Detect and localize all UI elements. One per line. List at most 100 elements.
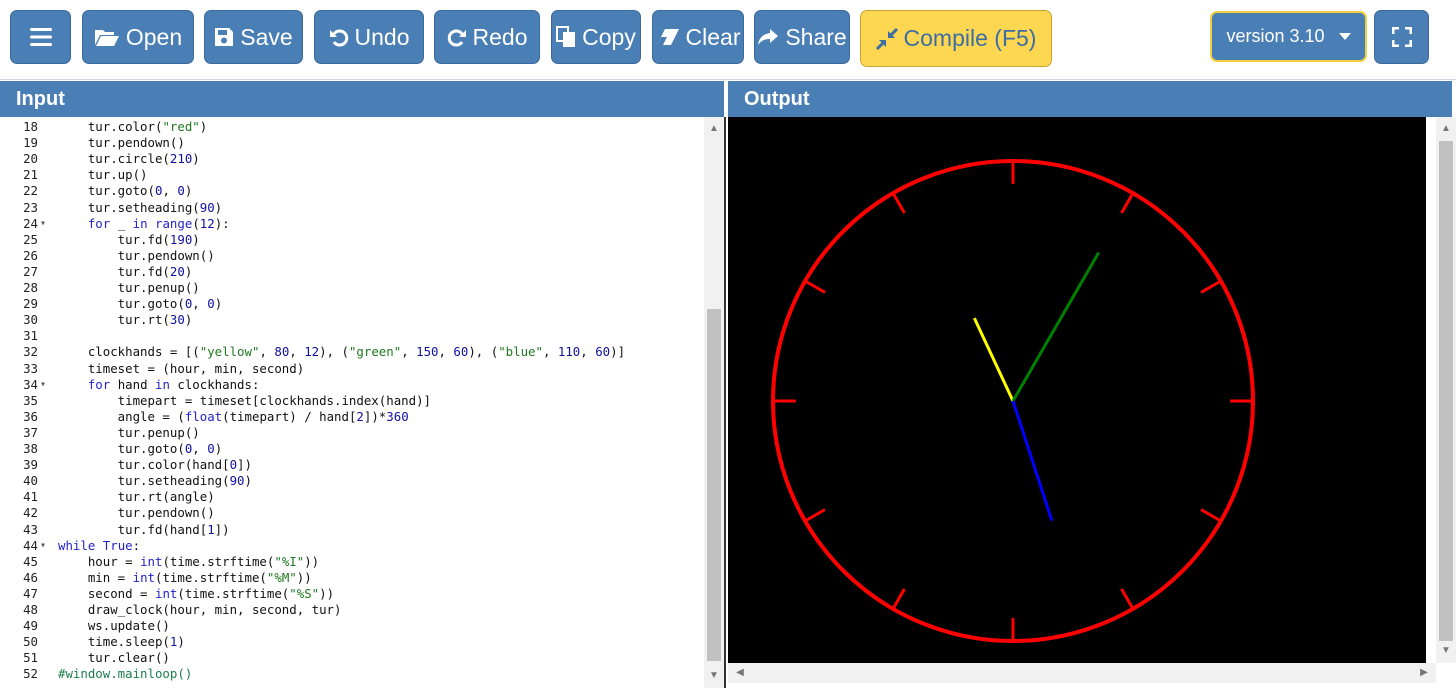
editor-scroll-thumb[interactable] <box>707 309 721 661</box>
clock-tick <box>804 279 826 294</box>
code-line[interactable]: 48 draw_clock(hour, min, second, tur) <box>0 602 700 618</box>
code-line[interactable]: 25 tur.fd(190) <box>0 232 700 248</box>
code-line[interactable]: 46 min = int(time.strftime("%M")) <box>0 570 700 586</box>
output-scroll-left-arrow-icon[interactable]: ◀ <box>730 665 750 681</box>
code-line[interactable]: 52 #window.mainloop() <box>0 666 700 682</box>
code-text: ws.update() <box>58 618 170 634</box>
line-number: 21 <box>23 167 38 183</box>
code-line[interactable]: 37 tur.penup() <box>0 425 700 441</box>
code-line[interactable]: 20 tur.circle(210) <box>0 151 700 167</box>
clear-button[interactable]: Clear <box>652 10 744 64</box>
output-scroll-thumb[interactable] <box>1439 141 1453 641</box>
code-line[interactable]: 22 tur.goto(0, 0) <box>0 183 700 199</box>
code-line[interactable]: 18 tur.color("red") <box>0 119 700 135</box>
compile-button[interactable]: Compile (F5) <box>860 10 1052 67</box>
code-text: tur.up() <box>58 167 148 183</box>
line-number: 52 <box>23 666 38 682</box>
line-number: 51 <box>23 650 38 666</box>
code-text: tur.pendown() <box>58 247 215 263</box>
code-text: tur.fd(190) <box>58 231 200 247</box>
menu-button[interactable] <box>10 10 71 64</box>
input-panel-title: Input <box>16 87 65 110</box>
code-line[interactable]: 49 ws.update() <box>0 618 700 634</box>
code-line[interactable]: 24 ▾ for _ in range(12): <box>0 216 700 232</box>
open-button[interactable]: Open <box>82 10 194 64</box>
line-number: 31 <box>23 328 38 344</box>
output-panel-title: Output <box>744 87 810 110</box>
save-label: Save <box>240 23 293 50</box>
code-text: tur.rt(angle) <box>58 489 215 505</box>
code-line[interactable]: 50 time.sleep(1) <box>0 634 700 650</box>
share-button[interactable]: Share <box>754 10 850 64</box>
output-vertical-scrollbar[interactable]: ▲ ▼ <box>1436 117 1456 663</box>
code-line[interactable]: 40 tur.setheading(90) <box>0 473 700 489</box>
code-line[interactable]: 47 second = int(time.strftime("%S")) <box>0 586 700 602</box>
editor-vertical-scrollbar[interactable]: ▲ ▼ <box>704 117 724 688</box>
turtle-canvas[interactable] <box>728 117 1426 663</box>
code-text: for _ in range(12): <box>87 215 230 231</box>
code-line[interactable]: 29 tur.goto(0, 0) <box>0 296 700 312</box>
redo-button[interactable]: Redo <box>434 10 540 64</box>
line-number: 37 <box>23 424 38 440</box>
code-line[interactable]: 31 <box>0 328 700 344</box>
output-scroll-right-arrow-icon[interactable]: ▶ <box>1414 665 1434 681</box>
line-number: 28 <box>23 280 38 295</box>
redo-label: Redo <box>472 23 528 50</box>
code-line[interactable]: 33 timeset = (hour, min, second) <box>0 361 700 377</box>
version-select[interactable]: version 3.10 <box>1210 11 1367 62</box>
input-panel-header: Input <box>0 81 724 117</box>
clear-label: Clear <box>685 23 741 50</box>
compress-icon <box>875 27 898 50</box>
scroll-up-arrow-icon[interactable]: ▲ <box>704 121 724 137</box>
code-line[interactable]: 27 tur.fd(20) <box>0 264 700 280</box>
code-line[interactable]: 42 tur.pendown() <box>0 505 700 521</box>
fold-arrow-icon[interactable]: ▾ <box>40 377 52 393</box>
fullscreen-button[interactable] <box>1374 10 1429 64</box>
fold-arrow-icon[interactable]: ▾ <box>40 216 52 232</box>
code-text: tur.pendown() <box>58 135 185 151</box>
output-horizontal-scrollbar[interactable]: ◀ ▶ <box>728 663 1436 683</box>
code-line[interactable]: 19 tur.pendown() <box>0 135 700 151</box>
code-line[interactable]: 44 ▾ while True: <box>0 538 700 554</box>
code-line[interactable]: 23 tur.setheading(90) <box>0 200 700 216</box>
code-line[interactable]: 39 tur.color(hand[0]) <box>0 457 700 473</box>
output-scroll-down-arrow-icon[interactable]: ▼ <box>1436 643 1456 659</box>
copy-button[interactable]: Copy <box>551 10 641 64</box>
code-text: min = int(time.strftime("%M")) <box>58 569 312 585</box>
eraser-icon <box>656 28 680 46</box>
code-line[interactable]: 34 ▾ for hand in clockhands: <box>0 377 700 393</box>
share-icon <box>757 28 779 46</box>
fullscreen-icon <box>1391 27 1412 47</box>
code-text: tur.color(hand[0]) <box>58 457 252 473</box>
code-line[interactable]: 30 tur.rt(30) <box>0 312 700 328</box>
code-line[interactable]: 41 tur.rt(angle) <box>0 489 700 505</box>
code-line[interactable]: 32 clockhands = [("yellow", 80, 12), ("g… <box>0 344 700 360</box>
code-line[interactable]: 28 tur.penup() <box>0 280 700 296</box>
code-line[interactable]: 45 hour = int(time.strftime("%I")) <box>0 554 700 570</box>
code-line[interactable]: 35 timepart = timeset[clockhands.index(h… <box>0 393 700 409</box>
code-line[interactable]: 43 tur.fd(hand[1]) <box>0 522 700 538</box>
line-number: 43 <box>23 521 38 537</box>
code-line[interactable]: 51 tur.clear() <box>0 650 700 666</box>
line-number: 39 <box>23 457 38 473</box>
code-text: tur.goto(0, 0) <box>58 441 223 456</box>
code-text: while True: <box>58 537 141 553</box>
code-text: tur.goto(0, 0) <box>58 296 223 312</box>
code-line[interactable]: 21 tur.up() <box>0 167 700 183</box>
output-scroll-up-arrow-icon[interactable]: ▲ <box>1436 121 1456 137</box>
code-text: tur.setheading(90) <box>58 199 223 215</box>
save-button[interactable]: Save <box>204 10 303 64</box>
code-text: clockhands = [("yellow", 80, 12), ("gree… <box>58 344 626 360</box>
output-panel-header: Output <box>728 81 1452 117</box>
code-line[interactable]: 38 tur.goto(0, 0) <box>0 441 700 457</box>
undo-button[interactable]: Undo <box>314 10 424 64</box>
scroll-down-arrow-icon[interactable]: ▼ <box>704 668 724 684</box>
code-editor[interactable]: 18 tur.color("red") 19 tur.pendown() 20 tu… <box>0 117 726 688</box>
clock-tick <box>1200 508 1222 523</box>
version-label: version 3.10 <box>1226 26 1325 46</box>
code-line[interactable]: 36 angle = (float(timepart) / hand[2])*3… <box>0 409 700 425</box>
line-number: 35 <box>23 392 38 408</box>
compile-label: Compile (F5) <box>903 25 1037 51</box>
code-line[interactable]: 26 tur.pendown() <box>0 248 700 264</box>
fold-arrow-icon[interactable]: ▾ <box>40 538 52 554</box>
